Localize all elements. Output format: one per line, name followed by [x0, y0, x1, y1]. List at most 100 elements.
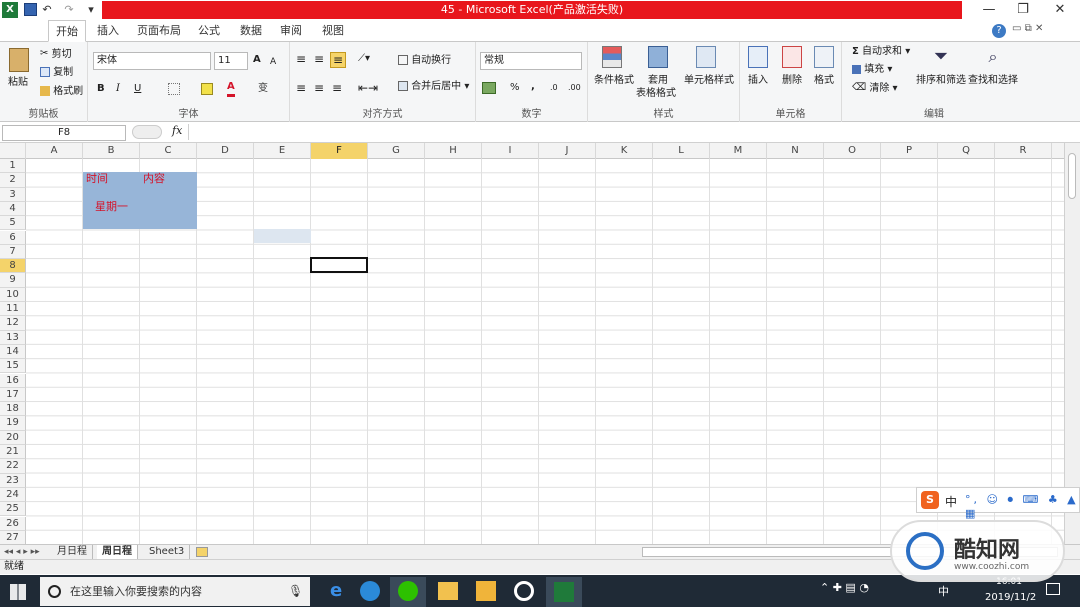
fill-color-icon[interactable]	[201, 83, 213, 95]
format-table-line2[interactable]: 表格格式	[636, 87, 676, 101]
edge-icon[interactable]: e	[330, 581, 350, 601]
minimize-button[interactable]: —	[972, 0, 1006, 20]
decrease-decimal-button[interactable]: .00	[568, 81, 581, 95]
increase-decimal-button[interactable]: .0	[550, 81, 558, 95]
row-header-23[interactable]: 23	[0, 473, 26, 488]
row-header-14[interactable]: 14	[0, 344, 26, 360]
italic-button[interactable]: I	[116, 82, 120, 96]
ime-tool-icons[interactable]: °, ☺ ⏺ ⌨ ♣ ▲ ▦	[965, 493, 1079, 520]
column-header-m[interactable]: M	[710, 143, 767, 159]
redo-icon[interactable]: ↷	[62, 2, 76, 18]
notification-icon[interactable]	[1046, 583, 1060, 595]
cut-button[interactable]: ✂ 剪切	[40, 47, 72, 62]
tab-review[interactable]: 审阅	[276, 20, 306, 42]
row-header-1[interactable]: 1	[0, 159, 26, 174]
delete-cells-icon[interactable]	[782, 46, 802, 68]
bold-button[interactable]: B	[97, 82, 105, 96]
row-header-20[interactable]: 20	[0, 430, 26, 445]
number-format-select[interactable]: 常规	[480, 52, 582, 70]
new-sheet-icon[interactable]	[196, 547, 208, 557]
row-header-8[interactable]: 8	[0, 259, 26, 274]
column-header-c[interactable]: C	[140, 143, 197, 159]
app-icon[interactable]	[476, 581, 496, 601]
tab-page-layout[interactable]: 页面布局	[134, 20, 184, 42]
clear-button[interactable]: ⌫ 清除 ▾	[852, 81, 898, 96]
insert-button[interactable]: 插入	[748, 74, 768, 88]
undo-icon[interactable]: ↶	[40, 2, 54, 18]
conditional-format-button[interactable]: 条件格式	[594, 74, 634, 88]
underline-button[interactable]: U	[134, 82, 141, 96]
column-header-e[interactable]: E	[254, 143, 311, 159]
help-icon[interactable]: ?	[992, 24, 1006, 38]
ime-toolbar[interactable]: S 中 °, ☺ ⏺ ⌨ ♣ ▲ ▦	[916, 487, 1080, 520]
column-header-j[interactable]: J	[539, 143, 596, 159]
sheet-tab-month[interactable]: 月日程	[52, 545, 93, 560]
close-button[interactable]: ✕	[1043, 0, 1077, 20]
column-header-b[interactable]: B	[83, 143, 140, 159]
column-header-p[interactable]: P	[881, 143, 938, 159]
name-box[interactable]: F8	[2, 125, 126, 141]
row-header-3[interactable]: 3	[0, 187, 26, 202]
row-header-6[interactable]: 6	[0, 230, 26, 245]
tab-formulas[interactable]: 公式	[194, 20, 224, 42]
font-color-button[interactable]: A	[227, 80, 235, 97]
active-cell-f8[interactable]	[310, 257, 368, 273]
save-icon[interactable]	[24, 3, 37, 16]
column-header-f[interactable]: F	[311, 143, 368, 159]
delete-button[interactable]: 删除	[782, 74, 802, 88]
paste-button[interactable]: 粘贴	[8, 76, 28, 90]
tray-ime[interactable]: 中	[938, 583, 949, 599]
font-name-select[interactable]: 宋体	[93, 52, 211, 70]
cell-b2[interactable]: 时间	[86, 172, 108, 186]
format-cells-icon[interactable]	[814, 46, 834, 68]
column-header-d[interactable]: D	[197, 143, 254, 159]
cell-b4[interactable]: 星期一	[95, 200, 128, 214]
format-button[interactable]: 格式	[814, 74, 834, 88]
scroll-thumb[interactable]	[1068, 153, 1076, 199]
tab-insert[interactable]: 插入	[92, 20, 124, 42]
copy-button[interactable]: 复制	[40, 66, 73, 80]
paste-icon[interactable]	[9, 48, 29, 72]
row-header-2[interactable]: 2	[0, 173, 26, 188]
align-top-icon[interactable]: ≡	[296, 52, 306, 66]
grow-font-button[interactable]: A	[253, 53, 261, 67]
qat-dropdown-icon[interactable]: ▾	[86, 2, 96, 18]
vertical-scrollbar[interactable]	[1064, 143, 1080, 544]
taskbar-search-box[interactable]: 在这里输入你要搜索的内容 🎙	[40, 577, 310, 606]
format-table-line1[interactable]: 套用	[648, 74, 668, 88]
microphone-icon[interactable]: 🎙	[288, 577, 303, 606]
tab-home[interactable]: 开始	[48, 20, 86, 42]
orientation-icon[interactable]: ⟋▾	[358, 52, 370, 66]
row-header-7[interactable]: 7	[0, 244, 26, 260]
align-left-icon[interactable]: ≡	[296, 81, 306, 95]
windows-start-icon[interactable]	[10, 584, 26, 600]
column-header-l[interactable]: L	[653, 143, 710, 159]
column-header-g[interactable]: G	[368, 143, 425, 159]
row-header-5[interactable]: 5	[0, 216, 26, 231]
font-size-select[interactable]: 11	[214, 52, 248, 70]
comma-button[interactable]: ,	[531, 80, 535, 94]
indent-icon[interactable]: ⇤⇥	[358, 81, 378, 95]
ime-lang[interactable]: 中	[945, 493, 957, 510]
row-header-16[interactable]: 16	[0, 373, 26, 388]
phonetic-button[interactable]: 变	[258, 82, 268, 96]
row-header-11[interactable]: 11	[0, 302, 26, 317]
find-binoculars-icon[interactable]: ⌕	[982, 46, 1004, 68]
file-explorer-icon[interactable]	[438, 582, 458, 600]
row-header-4[interactable]: 4	[0, 201, 26, 217]
align-bottom-icon[interactable]: ≡	[330, 52, 346, 68]
sheet-tab-sheet3[interactable]: Sheet3	[144, 545, 191, 560]
row-header-27[interactable]: 27	[0, 530, 26, 546]
conditional-format-icon[interactable]	[602, 46, 622, 68]
row-header-26[interactable]: 26	[0, 516, 26, 531]
percent-button[interactable]: %	[510, 81, 520, 95]
formula-bar-collapse-icon[interactable]	[132, 125, 162, 139]
align-center-icon[interactable]: ≡	[314, 81, 324, 95]
column-header-r[interactable]: R	[995, 143, 1052, 159]
row-header-21[interactable]: 21	[0, 445, 26, 460]
find-select-button[interactable]: 查找和选择	[968, 74, 1018, 88]
align-right-icon[interactable]: ≡	[332, 81, 342, 95]
light-fill-cell[interactable]	[254, 229, 311, 243]
column-header-k[interactable]: K	[596, 143, 653, 159]
column-header-q[interactable]: Q	[938, 143, 995, 159]
